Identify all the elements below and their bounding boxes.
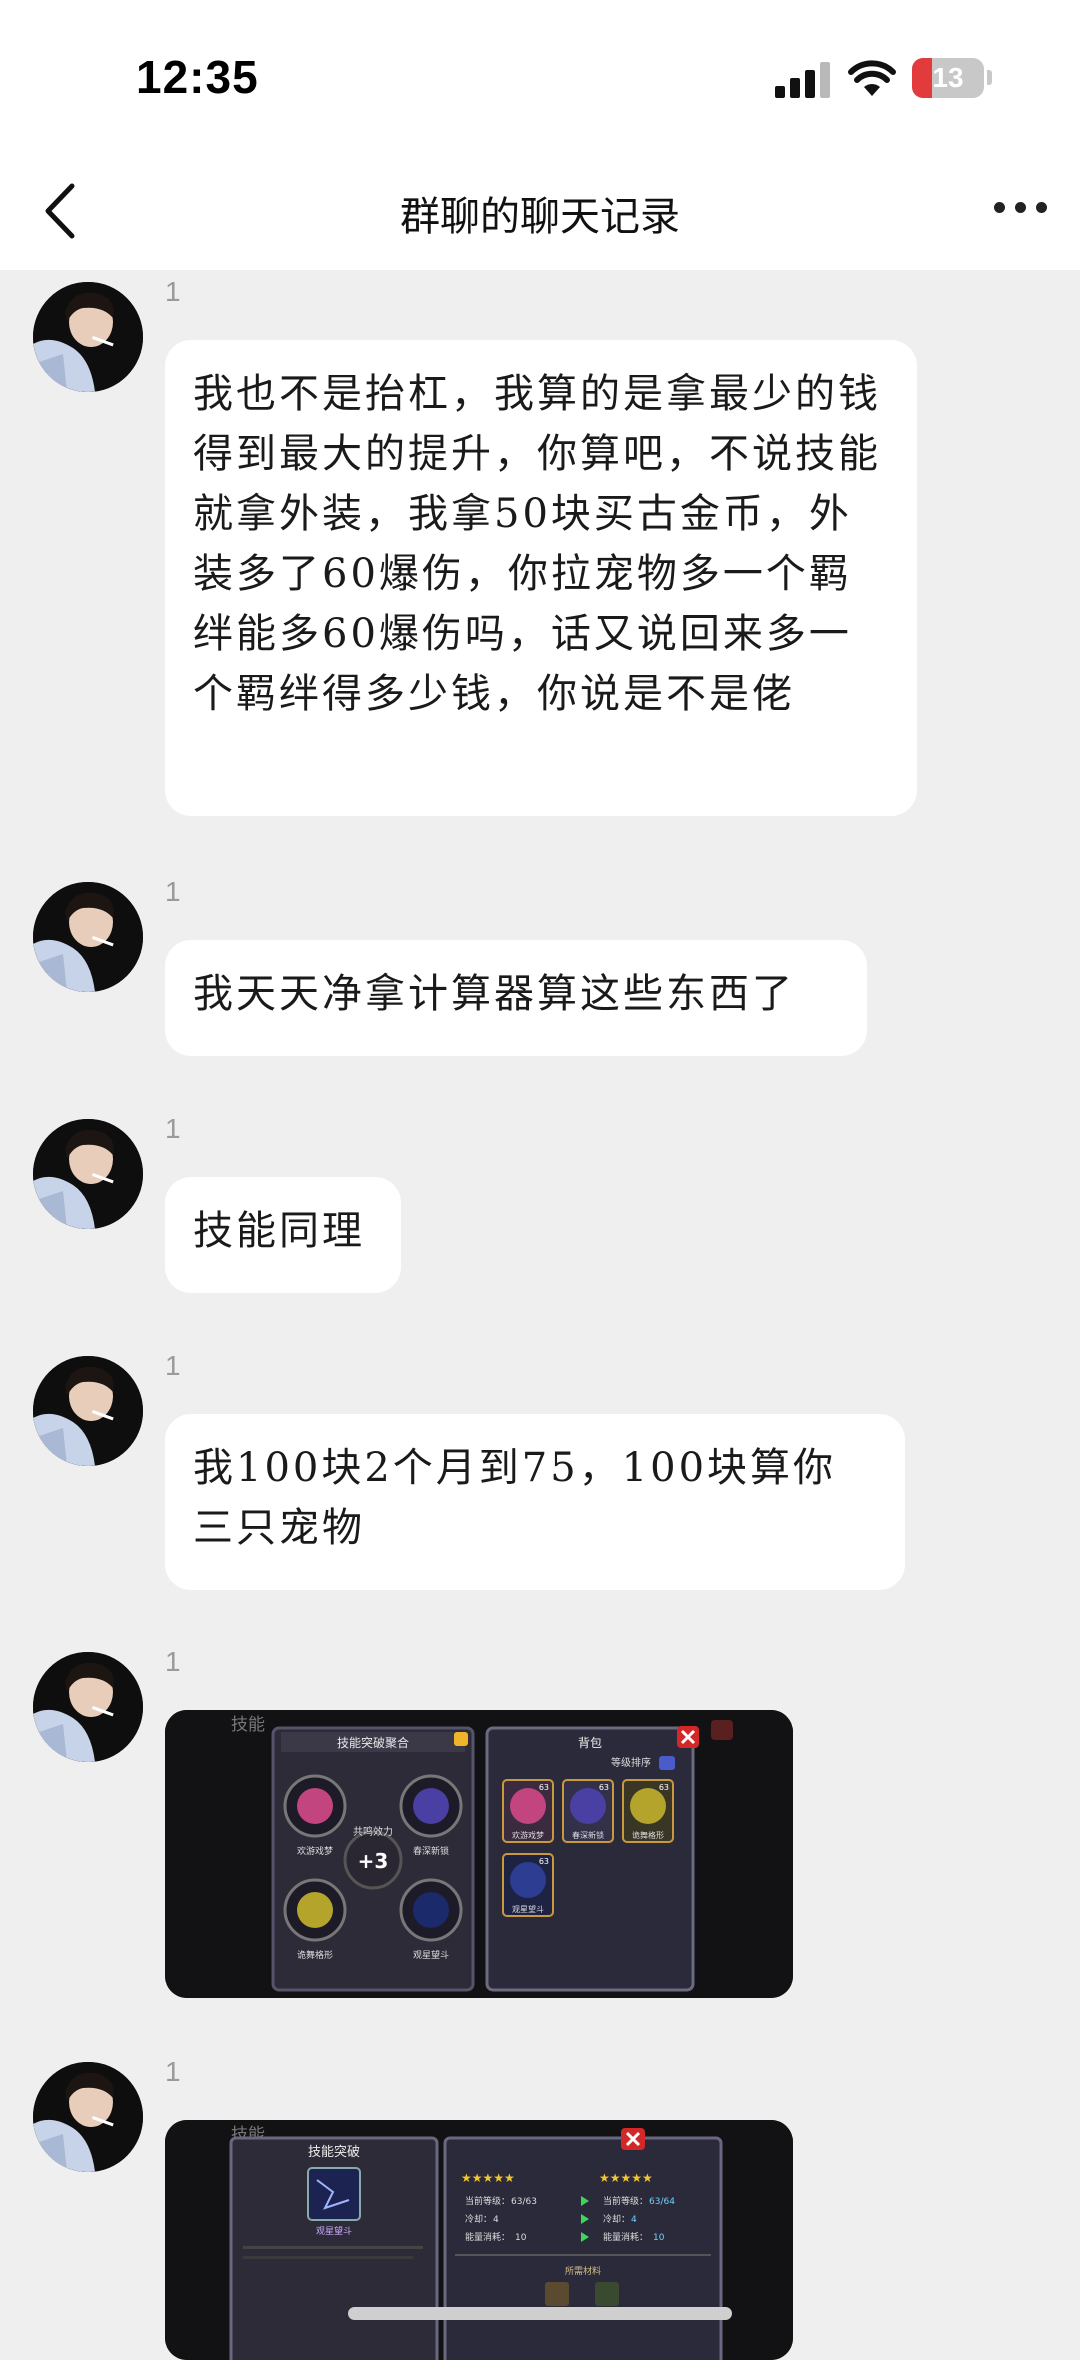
avatar[interactable] (33, 282, 143, 392)
resonance-label: 共鸣效力 (353, 1825, 393, 1838)
skill-name: 诡舞格形 (297, 1949, 333, 1961)
bag-title: 背包 (578, 1736, 602, 1750)
materials-label: 所需材料 (565, 2265, 601, 2277)
stat-label: 冷却： (603, 2213, 630, 2225)
sender-name: 1 (165, 276, 181, 307)
item-level: 63 (539, 1783, 549, 1792)
item-level: 63 (599, 1783, 609, 1792)
stat-label: 能量消耗： (603, 2231, 648, 2243)
battery-tip (987, 70, 992, 85)
home-indicator[interactable] (348, 2307, 732, 2320)
stat-label: 冷却： (465, 2213, 492, 2225)
battery-icon: 13 (912, 58, 984, 98)
status-time: 12:35 (136, 51, 259, 103)
page-title: 群聊的聊天记录 (400, 194, 680, 240)
stat-label: 能量消耗： (465, 2231, 510, 2243)
stat-value: 4 (631, 2215, 637, 2225)
item-name: 观星望斗 (512, 1904, 544, 1914)
item-level: 63 (659, 1783, 669, 1792)
stat-label: 当前等级： (465, 2195, 510, 2207)
message-bubble[interactable]: 技能同理 (165, 1177, 401, 1293)
game-bg-label: 技能 (231, 1715, 265, 1735)
item-name: 诡舞格形 (632, 1830, 664, 1840)
more-dots-icon[interactable] (994, 202, 1048, 216)
skill-name: 春深新锁 (413, 1845, 449, 1857)
skill-name: 观星望斗 (413, 1949, 449, 1961)
svg-text:★★★★★: ★★★★★ (599, 2171, 653, 2185)
sender-name: 1 (165, 876, 181, 907)
sender-name: 1 (165, 1113, 181, 1144)
stat-value: 63/64 (649, 2197, 675, 2207)
avatar[interactable] (33, 1119, 143, 1229)
image-message[interactable]: 技能 技能突破聚合 共鸣效力 +3 欢游戏梦 春深新锁 诡舞格形 观星望斗 背包 (165, 1710, 793, 1998)
image-message[interactable]: 技能 技能突破 观星望斗 ★★★★★ ★★★★★ 当前等级： 63/63 冷却：… (165, 2120, 793, 2360)
battery-level: 13 (932, 62, 964, 93)
stat-value: 10 (653, 2233, 665, 2243)
signal-icon (775, 62, 831, 98)
item-name: 春深新锁 (572, 1830, 604, 1840)
stat-value: 63/63 (511, 2197, 537, 2207)
avatar[interactable] (33, 882, 143, 992)
svg-text:★★★★★: ★★★★★ (461, 2171, 515, 2185)
avatar[interactable] (33, 1652, 143, 1762)
item-level: 63 (539, 1857, 549, 1866)
panel-title: 技能突破 (308, 2144, 360, 2160)
avatar[interactable] (33, 1356, 143, 1466)
wifi-icon (848, 60, 896, 96)
sort-label: 等级排序 (611, 1756, 651, 1769)
stat-label: 当前等级： (603, 2195, 648, 2207)
message-bubble[interactable]: 我100块2个月到75，100块算你三只宠物 (165, 1414, 905, 1590)
stat-value: 4 (493, 2215, 499, 2225)
skill-name: 观星望斗 (316, 2225, 352, 2237)
sender-name: 1 (165, 1350, 181, 1381)
resonance-value: +3 (358, 1849, 389, 1873)
panel-title: 技能突破聚合 (337, 1735, 409, 1750)
avatar[interactable] (33, 2062, 143, 2172)
item-name: 欢游戏梦 (512, 1830, 544, 1840)
sender-name: 1 (165, 1646, 181, 1677)
skill-name: 欢游戏梦 (297, 1845, 333, 1857)
nav-bar: 群聊的聊天记录 (0, 150, 1080, 270)
stat-value: 10 (515, 2233, 527, 2243)
sender-name: 1 (165, 2056, 181, 2087)
message-bubble[interactable]: 我也不是抬杠，我算的是拿最少的钱得到最大的提升，你算吧，不说技能就拿外装，我拿5… (165, 340, 917, 816)
status-bar: 12:35 13 (0, 0, 1080, 150)
message-bubble[interactable]: 我天天净拿计算器算这些东西了 (165, 940, 867, 1056)
